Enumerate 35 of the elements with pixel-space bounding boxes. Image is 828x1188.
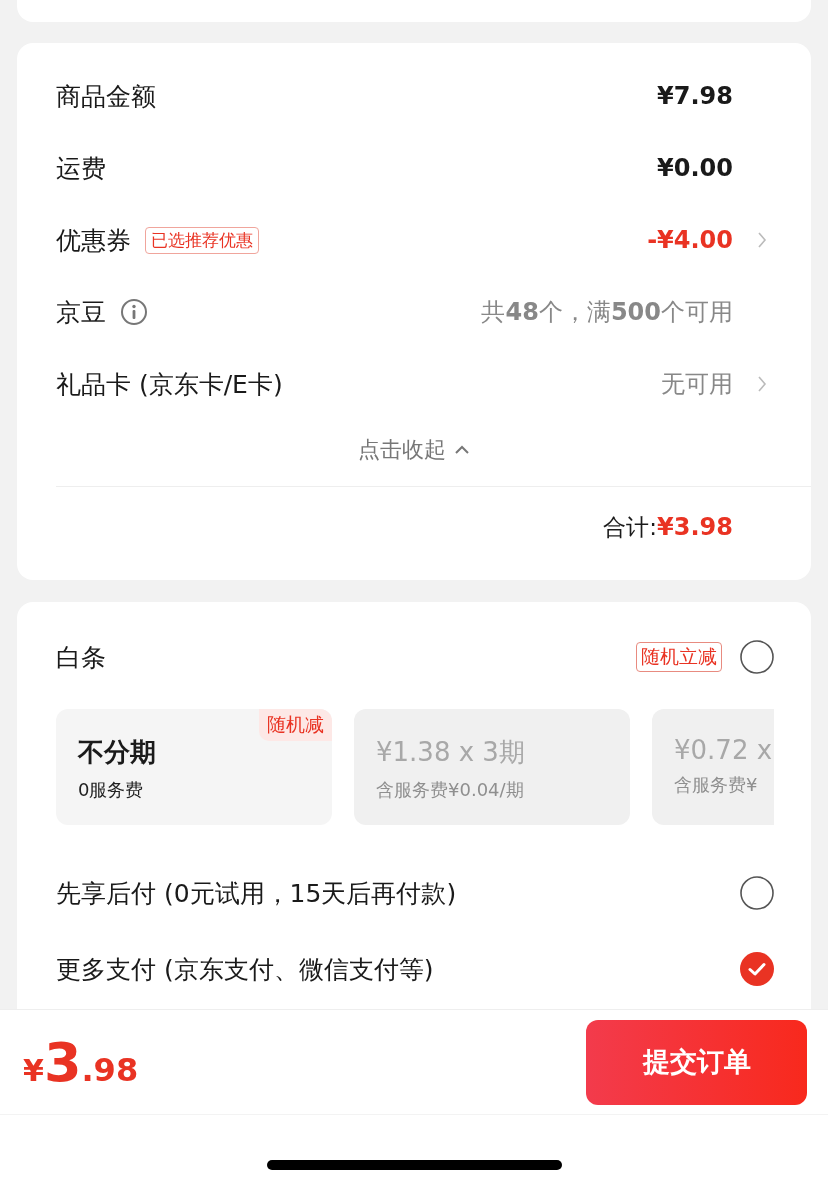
plan-title: 不分期 [78,736,156,769]
payment-option-label[interactable]: 先享后付 (0元试用，15天后再付款) [56,876,740,910]
row-label: 京豆 [56,296,106,329]
promo-badge: 随机减 [259,709,332,741]
row-label: 优惠券 [56,224,131,257]
row-value: ¥0.00 [657,154,733,182]
submit-order-button[interactable]: 提交订单 [586,1019,807,1105]
installment-option[interactable]: 随机减 不分期 0服务费 [56,709,332,825]
total-value: ¥3.98 [657,513,733,541]
row-value: 共48个，满500个可用 [481,297,733,328]
promo-tag: 随机立减 [636,642,722,672]
payment-option-label[interactable]: 更多支付 (京东支付、微信支付等) [56,952,740,986]
row-value: 无可用 [661,369,733,400]
radio-icon[interactable] [740,640,774,674]
checked-radio-icon[interactable] [740,952,774,986]
row-value: ¥7.98 [657,82,733,110]
caret-up-icon[interactable] [454,445,470,455]
collapse-link[interactable]: 点击收起 [358,435,446,465]
plan-subtitle: 含服务费¥ [674,773,758,797]
plan-title: ¥1.38 x 3期 [376,736,525,769]
chevron-icon [757,374,767,394]
total-label: 合计: [603,512,658,542]
info-icon[interactable] [120,298,148,326]
chevron-icon [757,230,767,250]
coupon-tag: 已选推荐优惠 [145,226,259,254]
row-value: -¥4.00 [647,226,733,254]
payment-option-label[interactable]: 白条 [56,640,636,674]
row-label: 商品金额 [56,80,156,113]
plan-title: ¥0.72 x [674,735,773,765]
radio-icon[interactable] [740,876,774,910]
total-price: ¥3.98 [23,1030,139,1094]
plan-subtitle: 含服务费¥0.04/期 [376,778,524,802]
plan-subtitle: 0服务费 [78,778,144,802]
row-label: 运费 [56,152,106,185]
row-label: 礼品卡 (京东卡/E卡) [56,368,283,401]
